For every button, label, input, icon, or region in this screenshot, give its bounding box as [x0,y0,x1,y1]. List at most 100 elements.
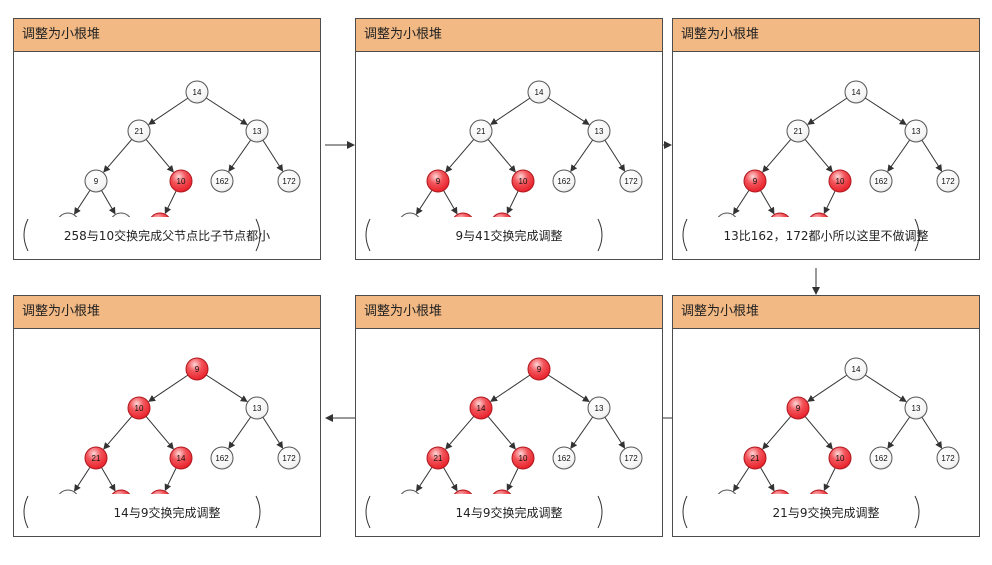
node-label: 9 [436,177,441,186]
tree-edge [103,139,133,173]
tree-edge [506,190,519,215]
highlighted-node-circle [809,489,829,494]
heap-node: 258 [150,489,170,494]
heap-node: 258 [150,212,170,217]
node-circle [58,212,78,217]
highlighted-node-circle [453,489,473,494]
heap-node: 14 [844,357,868,381]
node-circle [717,489,737,494]
node-label: 10 [836,454,845,463]
heap-node: 41 [453,212,473,217]
tree-edge [228,139,252,172]
tree-edge [148,97,189,125]
node-label: 9 [753,177,758,186]
heap-node: 14 [469,396,493,420]
node-label: 13 [253,404,262,413]
heap-node: 386 [58,212,78,217]
heap-node: 21 [469,119,493,143]
node-label: 14 [177,454,186,463]
heap-node: 10 [169,169,193,193]
panel-title: 调整为小根堆 [356,19,662,52]
heap-node: 386 [58,489,78,494]
node-label: 10 [135,404,144,413]
tree-edge [416,466,433,492]
tree-edge [570,416,594,449]
heap-node: 386 [400,489,420,494]
heap-node: 9 [84,169,108,193]
tree-edge [443,190,458,215]
step-panel-3: 调整为小根堆 14 21 13 9 10 162 172 386 41 258 13比162，172都… [672,18,980,260]
highlighted-node-circle [492,489,512,494]
node-label: 13 [912,127,921,136]
tree-edge [490,374,531,402]
tree-edge [205,97,248,126]
panel-title: 调整为小根堆 [673,296,979,329]
tree-edge [547,97,590,126]
node-label: 13 [912,404,921,413]
tree-edge [506,467,519,492]
tree-edge [760,190,775,215]
heap-node: 21 [786,119,810,143]
node-label: 162 [215,454,229,463]
tree-edge [205,374,248,403]
node-label: 9 [195,365,200,374]
highlighted-node-circle [150,489,170,494]
node-label: 14 [852,365,861,374]
tree-edge [823,467,836,492]
node-label: 13 [253,127,262,136]
step-panel-6: 调整为小根堆 9 10 13 21 14 162 172 386 41 258 14与9交换完成调整 [13,295,321,537]
heap-node: 162 [552,169,576,193]
heap-node: 162 [869,169,893,193]
node-label: 172 [941,177,955,186]
tree-edge [762,416,792,450]
node-label: 10 [519,177,528,186]
heap-node: 172 [936,446,960,470]
node-label: 172 [282,177,296,186]
step-panel-4: 调整为小根堆 14 9 13 21 10 162 172 386 41 258 21与9交换完成调整 [672,295,980,537]
tree-edge [445,139,475,173]
heap-node: 13 [904,396,928,420]
heap-node: 21 [426,446,450,470]
tree-edge [804,416,833,450]
highlighted-node-circle [770,212,790,217]
heap-node: 172 [619,169,643,193]
heap-node: 14 [169,446,193,470]
tree-edge [103,416,133,450]
node-label: 21 [92,454,101,463]
heap-tree: 14 21 13 9 10 162 172 386 41 258 [400,80,643,217]
panel-title: 调整为小根堆 [14,19,320,52]
tree-edge [164,190,177,215]
node-label: 14 [193,88,202,97]
heap-node: 41 [770,489,790,494]
step-caption: 9与41交换完成调整 [455,228,563,243]
tree-edge [74,466,91,492]
heap-node: 386 [400,212,420,217]
heap-node: 258 [809,489,829,494]
tree-edge [762,139,792,173]
heap-node: 13 [587,396,611,420]
node-label: 9 [537,365,542,374]
node-label: 10 [177,177,186,186]
node-label: 21 [434,454,443,463]
heap-node: 162 [210,169,234,193]
highlighted-node-circle [111,489,131,494]
heap-node: 21 [127,119,151,143]
node-label: 162 [874,177,888,186]
tree-edge [807,97,848,125]
heap-node: 10 [511,169,535,193]
heap-node: 41 [770,212,790,217]
heap-tree: 14 9 13 21 10 162 172 386 41 258 [717,357,960,494]
heap-node: 13 [245,119,269,143]
tree-edge [145,416,174,450]
tree-edge [490,97,531,125]
tree-edge [604,416,626,449]
node-circle [400,489,420,494]
panel-title: 调整为小根堆 [673,19,979,52]
heap-node: 258 [492,212,512,217]
tree-edge [887,139,911,172]
tree-edge [487,139,516,173]
node-label: 172 [282,454,296,463]
heap-node: 386 [717,489,737,494]
tree-edge [887,416,911,449]
heap-tree: 9 10 13 21 14 162 172 386 41 258 [58,357,301,494]
